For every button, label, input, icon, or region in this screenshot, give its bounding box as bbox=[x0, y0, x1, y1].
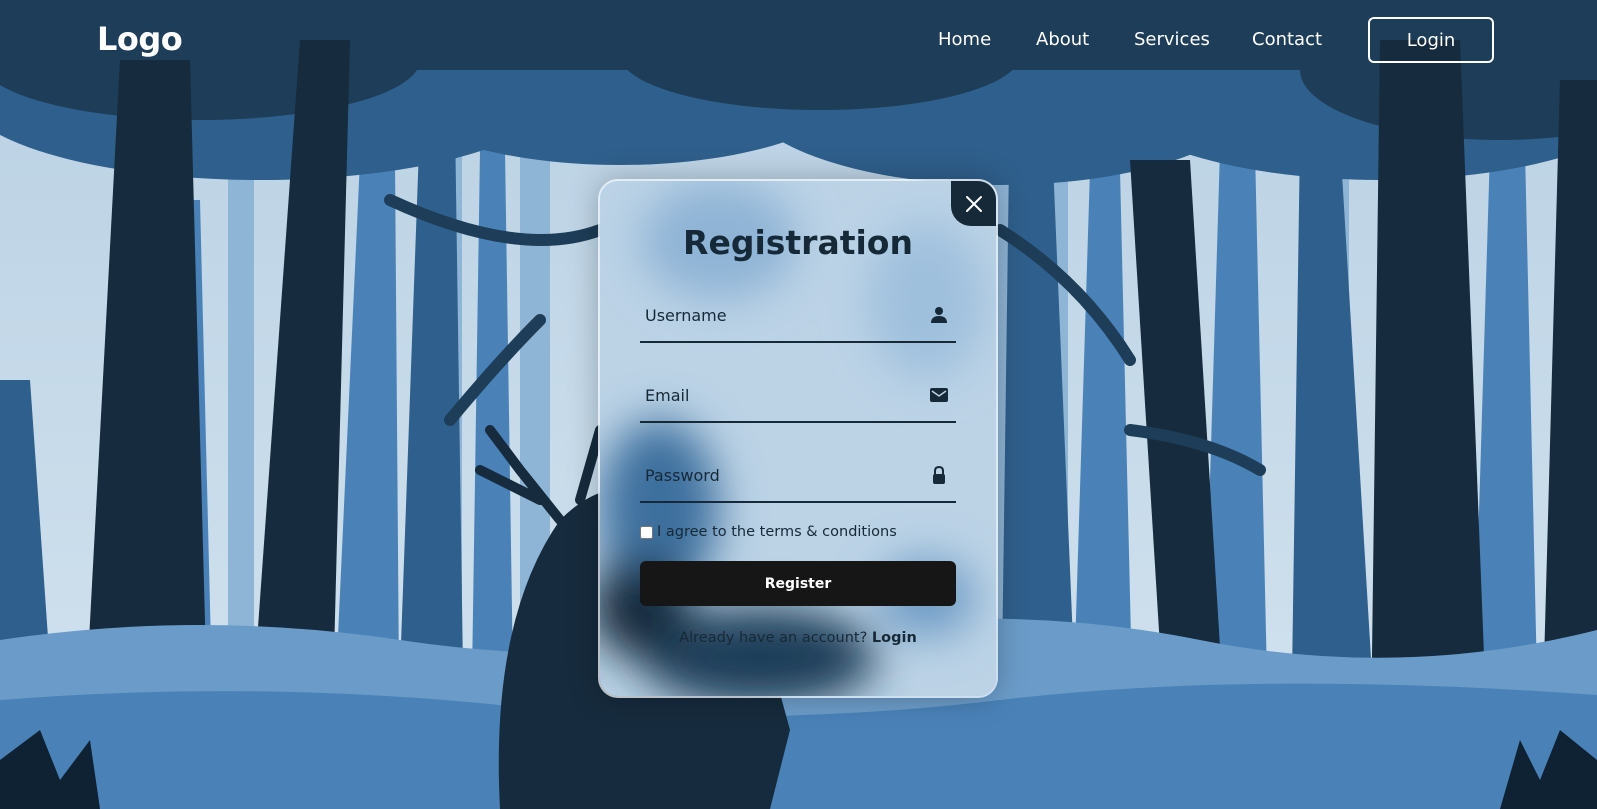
main-nav: Home About Services Contact bbox=[938, 29, 1332, 50]
close-button[interactable] bbox=[951, 181, 996, 226]
modal-content: Registration Username Email I agree to t… bbox=[600, 181, 996, 696]
login-prompt: Already have an account? Login bbox=[600, 630, 996, 646]
password-field-wrapper bbox=[640, 449, 956, 503]
username-input[interactable] bbox=[640, 289, 915, 341]
email-input[interactable] bbox=[640, 369, 915, 421]
terms-row: I agree to the terms & conditions bbox=[640, 524, 897, 540]
header: Logo Home About Services Contact Login bbox=[0, 0, 1597, 84]
already-account-text: Already have an account? bbox=[679, 630, 872, 646]
password-input[interactable] bbox=[640, 449, 915, 501]
nav-contact[interactable]: Contact bbox=[1252, 29, 1332, 50]
email-field-wrapper bbox=[640, 369, 956, 423]
mail-icon bbox=[929, 385, 949, 405]
registration-modal: Registration Username Email I agree to t… bbox=[598, 179, 998, 698]
terms-label: I agree to the terms & conditions bbox=[657, 524, 897, 540]
close-icon bbox=[965, 195, 982, 212]
logo: Logo bbox=[97, 20, 183, 58]
username-field-wrapper bbox=[640, 289, 956, 343]
nav-services[interactable]: Services bbox=[1134, 29, 1252, 50]
modal-title: Registration bbox=[683, 223, 913, 262]
nav-home[interactable]: Home bbox=[938, 29, 1036, 50]
login-link[interactable]: Login bbox=[872, 630, 917, 646]
lock-icon bbox=[929, 465, 949, 485]
nav-about[interactable]: About bbox=[1036, 29, 1134, 50]
person-icon bbox=[929, 305, 949, 325]
register-button[interactable]: Register bbox=[640, 561, 956, 606]
terms-checkbox[interactable] bbox=[640, 525, 653, 539]
header-login-button[interactable]: Login bbox=[1368, 17, 1494, 63]
